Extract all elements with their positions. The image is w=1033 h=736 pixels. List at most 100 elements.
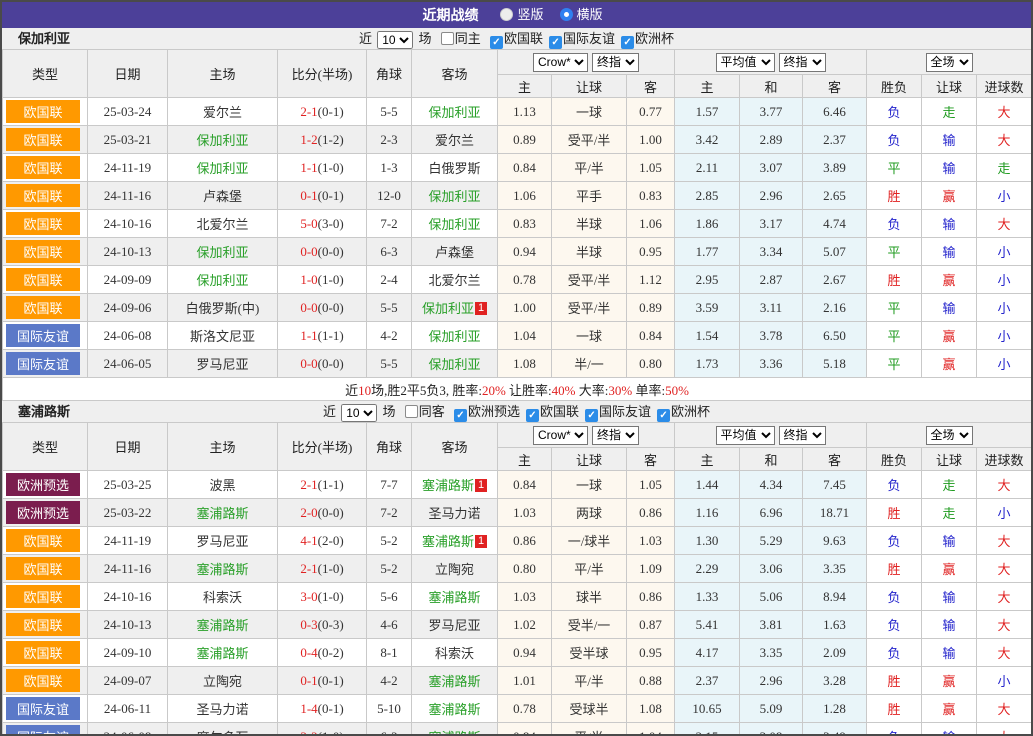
average-odds-cell: 6.46 [803, 98, 867, 126]
titlebar-radio-1[interactable]: 横版 [560, 6, 603, 23]
league-type-cell: 欧国联 [3, 98, 88, 126]
fulltime-select[interactable]: 全场 [926, 426, 973, 445]
match-team-name: 北爱尔兰 [196, 217, 248, 232]
competition-checkbox[interactable]: ✓国际友谊 [585, 404, 651, 419]
team-cell-content: 保加利亚 [196, 133, 248, 148]
same-venue-checkbox[interactable]: 同主 [441, 31, 481, 46]
league-type-cell: 欧国联 [3, 210, 88, 238]
average-odds-cell: 2.15 [675, 723, 740, 736]
checkbox-icon[interactable]: ✓ [454, 409, 467, 422]
away-team-cell: 科索沃 [412, 639, 498, 667]
odds-sub-handicap: 让球 [552, 75, 627, 98]
handicap-odds-cell: 0.86 [627, 583, 675, 611]
checkbox-icon[interactable]: ✓ [490, 36, 503, 49]
home-team-cell: 塞浦路斯 [168, 499, 278, 527]
radio-icon[interactable] [560, 8, 573, 21]
team-cell-content: 塞浦路斯 [196, 618, 248, 633]
date-cell: 24-11-16 [88, 182, 168, 210]
average-select[interactable]: 平均值 [716, 53, 775, 72]
fulltime-score: 0-0 [300, 300, 317, 315]
handicap-odds-cell: 0.95 [627, 639, 675, 667]
team-cell-content: 白俄罗斯(中) [186, 301, 260, 316]
halftime-score: (0-0) [318, 505, 344, 520]
bookmaker-select[interactable]: Crow* [533, 53, 588, 72]
team-cell-content: 塞浦路斯 [196, 506, 248, 521]
final-odds-select[interactable]: 终指 [592, 53, 639, 72]
team-cell-content: 北爱尔兰 [428, 273, 480, 288]
average-select[interactable]: 平均值 [716, 426, 775, 445]
team-cell-content: 罗马尼亚 [428, 618, 480, 633]
handicap-odds-cell: 1.06 [627, 210, 675, 238]
halftime-score: (1-0) [318, 729, 344, 736]
outcome-cell: 大 [977, 527, 1032, 555]
avg-sub-away: 客 [803, 448, 867, 471]
games-count-select[interactable]: 10 [377, 31, 413, 49]
competition-checkbox[interactable]: ✓欧洲预选 [454, 404, 520, 419]
match-team-name: 保加利亚 [196, 161, 248, 176]
halftime-score: (3-0) [318, 216, 344, 231]
corners-cell: 8-1 [367, 639, 412, 667]
layout-radio-group: 竖版横版 [492, 6, 610, 23]
handicap-odds-cell: 受球半 [552, 695, 627, 723]
summary-segment: 30% [608, 383, 632, 398]
checkbox-icon[interactable]: ✓ [526, 409, 539, 422]
fulltime-select[interactable]: 全场 [926, 53, 973, 72]
outcome-cell: 大 [977, 611, 1032, 639]
team-filter-bar: 保加利亚 近 10 场 同主 ✓欧国联✓国际友谊✓欧洲杯 [2, 28, 1031, 49]
handicap-odds-cell: 平/半 [552, 723, 627, 736]
handicap-odds-cell: 1.08 [498, 350, 552, 378]
average-odds-cell: 8.94 [803, 583, 867, 611]
summary-segment: 50% [665, 383, 689, 398]
score-cell: 2-0(0-0) [278, 499, 367, 527]
checkbox-icon[interactable] [441, 32, 454, 45]
match-row: 欧国联24-11-19保加利亚1-1(1-0)1-3白俄罗斯0.84平/半1.0… [3, 154, 1032, 182]
fulltime-score: 4-1 [300, 533, 317, 548]
outcome-cell: 胜 [867, 266, 922, 294]
away-team-cell: 塞浦路斯 [412, 723, 498, 736]
competition-checkbox[interactable]: ✓欧国联 [526, 404, 579, 419]
outcome-cell: 走 [922, 98, 977, 126]
outcome-cell: 平 [867, 294, 922, 322]
average-odds-cell: 2.16 [803, 294, 867, 322]
halftime-score: (1-2) [318, 132, 344, 147]
competition-checkbox[interactable]: ✓欧国联 [490, 31, 543, 46]
handicap-odds-cell: 1.04 [498, 322, 552, 350]
away-team-cell: 罗马尼亚 [412, 611, 498, 639]
handicap-odds-cell: 半球 [552, 238, 627, 266]
competition-checkbox[interactable]: ✓欧洲杯 [621, 31, 674, 46]
checkbox-icon[interactable]: ✓ [657, 409, 670, 422]
team-cell-content: 波黑 [209, 478, 235, 493]
outcome-cell: 走 [922, 499, 977, 527]
fulltime-score: 0-3 [300, 617, 317, 632]
final-odds-select-2[interactable]: 终指 [779, 53, 826, 72]
handicap-odds-cell: 0.87 [627, 611, 675, 639]
outcome-cell: 大 [977, 723, 1032, 736]
match-team-name: 斯洛文尼亚 [190, 329, 255, 344]
checkbox-icon[interactable]: ✓ [585, 409, 598, 422]
final-odds-select[interactable]: 终指 [592, 426, 639, 445]
score-cell: 1-1(1-1) [278, 322, 367, 350]
home-team-cell: 保加利亚 [168, 238, 278, 266]
checkbox-icon[interactable] [405, 405, 418, 418]
score-cell: 0-0(0-0) [278, 238, 367, 266]
titlebar-radio-0[interactable]: 竖版 [500, 6, 543, 23]
match-team-name: 摩尔多瓦 [196, 730, 248, 736]
team-filter-bar: 塞浦路斯 近 10 场 同客 ✓欧洲预选✓欧国联✓国际友谊✓欧洲杯 [2, 401, 1031, 422]
team-cell-content: 罗马尼亚 [196, 534, 248, 549]
outcome-cell: 小 [977, 499, 1032, 527]
checkbox-icon[interactable]: ✓ [549, 36, 562, 49]
games-count-select[interactable]: 10 [341, 404, 377, 422]
checkbox-icon[interactable]: ✓ [621, 36, 634, 49]
home-team-cell: 北爱尔兰 [168, 210, 278, 238]
radio-icon[interactable] [500, 8, 513, 21]
same-venue-checkbox[interactable]: 同客 [405, 404, 445, 419]
bookmaker-select[interactable]: Crow* [533, 426, 588, 445]
match-team-name: 塞浦路斯 [196, 562, 248, 577]
away-team-cell: 塞浦路斯1 [412, 471, 498, 499]
final-odds-select-2[interactable]: 终指 [779, 426, 826, 445]
outcome-cell: 平 [867, 238, 922, 266]
competition-checkbox[interactable]: ✓国际友谊 [549, 31, 615, 46]
competition-checkbox[interactable]: ✓欧洲杯 [657, 404, 710, 419]
date-cell: 24-09-10 [88, 639, 168, 667]
halftime-score: (1-0) [318, 272, 344, 287]
